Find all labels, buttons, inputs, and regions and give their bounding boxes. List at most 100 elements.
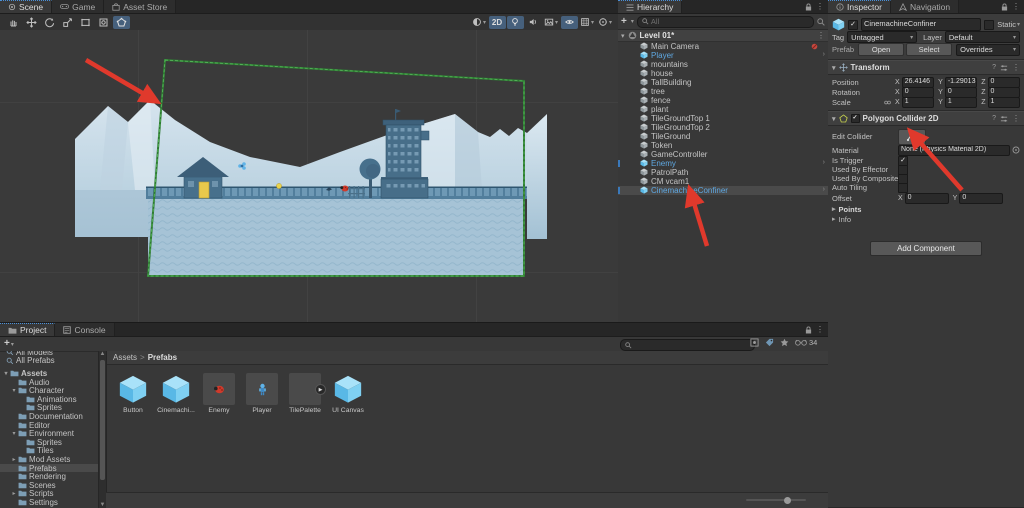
project-folder-audio[interactable]: Audio: [0, 378, 98, 387]
points-foldout[interactable]: Points: [839, 205, 862, 214]
position-z-field[interactable]: 0: [987, 76, 1020, 88]
project-folder-environment[interactable]: ▾ Environment: [0, 429, 98, 438]
create-asset-caret-icon[interactable]: ▾: [11, 341, 14, 348]
presets-icon[interactable]: [1000, 64, 1008, 72]
asset-enemy[interactable]: Enemy: [201, 373, 237, 414]
edit-collider-tool-button[interactable]: [112, 15, 130, 29]
prefab-open-button[interactable]: Open: [858, 43, 905, 56]
audio-toggle-button[interactable]: [525, 16, 542, 29]
panel-menu-icon[interactable]: ⋮: [1012, 2, 1020, 11]
lock-icon[interactable]: [805, 3, 812, 11]
panel-menu-icon[interactable]: ⋮: [816, 325, 824, 334]
project-folder-animations[interactable]: Animations: [0, 395, 98, 404]
project-folder-rendering[interactable]: Rendering: [0, 472, 98, 481]
project-folder-scripts[interactable]: ▸ Scripts: [0, 489, 98, 498]
tab-game[interactable]: Game: [52, 0, 105, 13]
component-enabled-checkbox[interactable]: ✓: [850, 114, 860, 123]
offset-y-field[interactable]: 0: [959, 192, 1004, 204]
tag-dropdown[interactable]: Untagged ▾: [847, 31, 918, 43]
scroll-down-icon[interactable]: ▼: [99, 502, 106, 508]
hierarchy-item-tree[interactable]: tree: [618, 86, 828, 96]
rect-tool-button[interactable]: [77, 16, 94, 29]
thumbnail-zoom-slider[interactable]: [746, 496, 806, 504]
asset-cinemachi[interactable]: Cinemachi...: [157, 373, 195, 414]
folder-caret-icon[interactable]: ▾: [2, 370, 10, 377]
asset-player[interactable]: Player: [244, 373, 280, 414]
rotation-y-field[interactable]: 0: [944, 86, 978, 98]
project-folder-settings[interactable]: Settings: [0, 498, 98, 507]
presets-icon[interactable]: [1000, 115, 1008, 123]
prefab-overrides-dropdown[interactable]: Overrides ▾: [956, 43, 1020, 56]
saved-search-icon[interactable]: [780, 338, 789, 347]
breadcrumb-root[interactable]: Assets: [113, 353, 137, 362]
tab-asset-store[interactable]: Asset Store: [104, 0, 177, 13]
hierarchy-item-tilegroundtop-1[interactable]: TileGroundTop 1: [618, 113, 828, 123]
create-button[interactable]: +: [621, 16, 627, 27]
lock-icon[interactable]: [805, 326, 812, 334]
hierarchy-item-tileground[interactable]: TileGround: [618, 131, 828, 141]
material-object-field[interactable]: None (Physics Material 2D): [898, 144, 1010, 156]
help-icon[interactable]: ?: [992, 64, 996, 71]
project-folder-prefabs[interactable]: Prefabs: [0, 464, 98, 473]
asset-button[interactable]: Button: [115, 373, 151, 414]
gizmos-button[interactable]: ▾: [597, 16, 614, 29]
search-by-type-icon[interactable]: [750, 338, 759, 347]
uniform-scale-link-icon[interactable]: [884, 99, 891, 106]
scale-z-field[interactable]: 1: [987, 96, 1020, 108]
search-by-label-icon[interactable]: [765, 338, 774, 347]
hierarchy-item-token[interactable]: Token: [618, 140, 828, 150]
folder-caret-icon[interactable]: ▸: [10, 456, 18, 463]
static-caret-icon[interactable]: ▾: [1017, 21, 1020, 28]
project-folder-scenes[interactable]: Scenes: [0, 481, 98, 490]
asset-tilepalette[interactable]: ▶ TilePalette: [287, 373, 326, 414]
asset-ui-canvas[interactable]: UI Canvas: [330, 373, 366, 414]
scale-tool-button[interactable]: [59, 16, 76, 29]
hidden-packages-indicator[interactable]: 34: [795, 338, 817, 347]
hierarchy-item-tallbuilding[interactable]: TallBuilding: [618, 77, 828, 87]
polygon-collider-header[interactable]: ▾ ✓ Polygon Collider 2D ? ⋮: [828, 111, 1024, 126]
component-menu-icon[interactable]: ⋮: [1012, 114, 1020, 123]
hierarchy-item-plant[interactable]: plant: [618, 104, 828, 114]
component-menu-icon[interactable]: ⋮: [1012, 63, 1020, 72]
scale-y-field[interactable]: 1: [944, 96, 978, 108]
project-folder-documentation[interactable]: Documentation: [0, 412, 98, 421]
lighting-toggle-button[interactable]: [506, 15, 524, 29]
static-checkbox[interactable]: [984, 19, 995, 30]
project-search-input[interactable]: [620, 339, 755, 351]
object-picker-icon[interactable]: [1012, 146, 1020, 154]
scene-header-row[interactable]: ▾ Level 01* ⋮: [618, 30, 828, 42]
2d-mode-button[interactable]: 2D: [488, 15, 506, 29]
hierarchy-item-mountains[interactable]: mountains: [618, 59, 828, 69]
lock-icon[interactable]: [1001, 3, 1008, 11]
edit-collider-button[interactable]: [898, 128, 926, 145]
hand-tool-button[interactable]: [5, 16, 22, 29]
foldout-caret-icon[interactable]: ▾: [621, 32, 625, 40]
slider-knob[interactable]: [784, 496, 791, 504]
prefab-expand-chevron-icon[interactable]: ›: [823, 51, 825, 58]
hierarchy-item-house[interactable]: house: [618, 68, 828, 78]
project-folder-character[interactable]: ▾ Character: [0, 386, 98, 395]
effects-button[interactable]: ▾: [543, 16, 560, 29]
prefab-expand-chevron-icon[interactable]: ›: [823, 159, 825, 166]
hierarchy-item-gamecontroller[interactable]: GameController: [618, 149, 828, 159]
asset-expand-icon[interactable]: ▶: [315, 384, 326, 395]
project-tree-scrollbar[interactable]: ▲ ▼: [98, 351, 106, 508]
rotation-x-field[interactable]: 0: [901, 86, 935, 98]
hierarchy-item-tilegroundtop-2[interactable]: TileGroundTop 2: [618, 122, 828, 132]
gameobject-name-field[interactable]: CinemachineConfiner: [861, 18, 982, 31]
create-asset-button[interactable]: +: [4, 339, 10, 349]
scene-row-menu-icon[interactable]: ⋮: [817, 31, 825, 40]
hierarchy-item-player[interactable]: Player ›: [618, 50, 828, 60]
scene-visibility-button[interactable]: [560, 15, 578, 29]
transform-tool-button[interactable]: [95, 16, 112, 29]
hierarchy-item-patrolpath[interactable]: PatrolPath: [618, 167, 828, 177]
foldout-caret-icon[interactable]: ▾: [832, 64, 836, 72]
hierarchy-item-cinemachineconfiner[interactable]: CinemachineConfiner ›: [618, 185, 828, 195]
hierarchy-item-cm-vcam1[interactable]: CM vcam1: [618, 176, 828, 186]
project-folder-assets[interactable]: ▾ Assets: [0, 369, 98, 378]
hierarchy-item-main-camera[interactable]: Main Camera: [618, 41, 828, 51]
points-foldout-caret-icon[interactable]: ▸: [832, 205, 836, 213]
hierarchy-item-enemy[interactable]: Enemy ›: [618, 158, 828, 168]
rotate-tool-button[interactable]: [41, 16, 58, 29]
info-foldout[interactable]: Info: [839, 215, 852, 224]
